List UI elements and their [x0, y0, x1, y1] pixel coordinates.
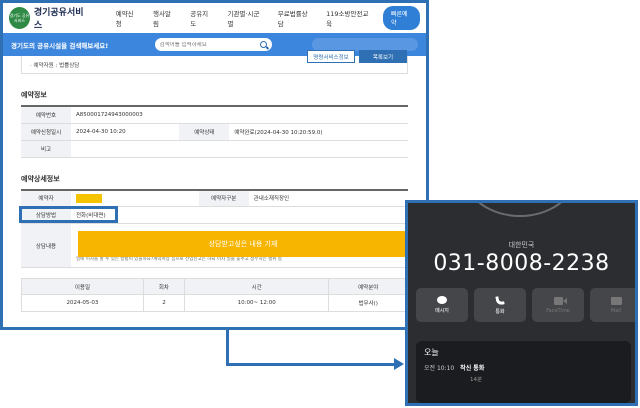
- mail-button[interactable]: Mail: [590, 288, 635, 322]
- top-navigation: 경기도 공유 서비스 경기공유서비스 예약신청 행사알림 공유지도 기관별·시군…: [3, 3, 426, 33]
- table-row: 예약자 박호현님 예약자구분 관내소재직장인: [21, 189, 408, 207]
- call-button[interactable]: 통화: [474, 288, 526, 322]
- consult-content-text: 일에 이사를 할 수 있는 방법이 있을까요?계약서상 집으로 전입신고는 하되…: [76, 257, 283, 262]
- cell-time: 10:00~ 12:00: [183, 294, 330, 312]
- applied-at-label: 예약신청일시: [21, 123, 71, 141]
- table-header-row: 이용일 회차 시간 예약분야: [21, 278, 408, 295]
- reserver-label: 예약자: [21, 189, 71, 207]
- quick-reserve-button[interactable]: 빠른예약: [383, 6, 420, 30]
- facetime-label: FaceTime: [546, 307, 570, 314]
- logo-text: 경기공유서비스: [33, 8, 84, 31]
- main-menu: 예약신청 행사알림 공유지도 기관별·시군별 무료법률상담 119소방안전교육: [116, 8, 371, 28]
- reserver-type-label: 예약자구분: [198, 189, 249, 207]
- menu-item-institutions[interactable]: 기관별·시군별: [227, 8, 262, 28]
- facetime-button[interactable]: FaceTime: [532, 288, 584, 322]
- call-kind: 착신 통화: [460, 365, 485, 372]
- status-value: 예약완료(2024-04-30 10:20:59.0): [229, 123, 408, 141]
- method-highlight-box: [19, 206, 118, 223]
- applied-at-value: 2024-04-30 10:20: [71, 123, 180, 141]
- search-input[interactable]: [159, 41, 260, 48]
- reservation-number-label: 예약번호: [21, 106, 71, 124]
- recent-heading: 오늘: [424, 348, 439, 357]
- menu-item-fire-safety[interactable]: 119소방안전교육: [326, 8, 371, 28]
- reservation-info-table: 예약번호 A850001724943000003 예약신청일시 2024-04-…: [21, 105, 408, 158]
- reservation-number-value: A850001724943000003: [71, 106, 408, 124]
- content-highlight-overlay: 상담받고싶은 내용 기재: [78, 231, 408, 257]
- reserver-type-value: 관내소재직장인: [248, 189, 408, 207]
- phone-call-screenshot: 대한민국 031-8008-2238 메시지 통화 FaceTime Mail …: [405, 200, 638, 406]
- call-label: 통화: [495, 308, 505, 315]
- table-row: 비고: [21, 140, 408, 158]
- col-session: 회차: [142, 278, 186, 295]
- reservation-detail-title: 예약상세정보: [21, 174, 60, 183]
- menu-item-reservation[interactable]: 예약신청: [116, 8, 138, 28]
- reservation-resource: · 예약자원 : 법률상담: [30, 62, 80, 69]
- cell-date: 2024-05-03: [21, 294, 144, 312]
- table-row: 예약신청일시 2024-04-30 10:20 예약상태 예약완료(2024-0…: [21, 123, 408, 141]
- recent-calls: 오늘 오전 10:10 착신 통화 14분: [416, 341, 631, 403]
- method-value: 전화(비대면): [71, 206, 408, 224]
- col-date: 이용일: [21, 278, 144, 295]
- call-duration: 14분: [470, 377, 483, 383]
- facetime-icon: [553, 296, 567, 305]
- list-button[interactable]: 목록보기: [359, 50, 407, 63]
- remark-label: 비고: [21, 140, 71, 158]
- contact-avatar: [464, 203, 576, 217]
- reserver-name-masked: 박호현님: [76, 193, 103, 203]
- mail-icon: [610, 296, 622, 305]
- logo-mark-icon: 경기도 공유 서비스: [9, 7, 30, 29]
- recent-call-item: 오전 10:10 착신 통화: [424, 363, 623, 372]
- col-field: 예약분야: [328, 278, 408, 295]
- schedule-table: 이용일 회차 시간 예약분야 2024-05-03 2 10:00~ 12:00…: [21, 278, 408, 312]
- status-label: 예약상태: [179, 123, 230, 141]
- arrow-right-icon: [394, 358, 404, 370]
- reserver-cell: 박호현님: [71, 189, 199, 207]
- message-button[interactable]: 메시지: [416, 288, 468, 322]
- reservation-web-page: 경기도 공유 서비스 경기공유서비스 예약신청 행사알림 공유지도 기관별·시군…: [0, 0, 429, 330]
- cell-field: 법무사(): [328, 294, 408, 312]
- mail-label: Mail: [610, 307, 622, 314]
- table-row: 예약번호 A850001724943000003: [21, 106, 408, 124]
- connector-line: [226, 330, 229, 366]
- service-info-button[interactable]: 명령서비스정보: [307, 50, 355, 63]
- site-logo[interactable]: 경기도 공유 서비스 경기공유서비스: [9, 5, 89, 31]
- cell-session: 2: [142, 294, 186, 312]
- message-icon: [437, 296, 447, 304]
- search-box[interactable]: [154, 38, 272, 51]
- menu-item-legal[interactable]: 무료법률상담: [278, 8, 311, 28]
- annotated-screenshot: 경기도 공유 서비스 경기공유서비스 예약신청 행사알림 공유지도 기관별·시군…: [0, 0, 640, 408]
- content-label: 상담내용: [21, 223, 71, 268]
- remark-value: [71, 140, 408, 158]
- connector-line-horizontal: [226, 363, 396, 366]
- caller-number: 031-8008-2238: [433, 251, 610, 276]
- menu-item-map[interactable]: 공유지도: [190, 8, 212, 28]
- reservation-resource-row: · 예약자원 : 법률상담 명령서비스정보 목록보기: [21, 50, 408, 74]
- search-icon[interactable]: [259, 41, 267, 48]
- col-time: 시간: [183, 278, 330, 295]
- page-content: · 예약자원 : 법률상담 명령서비스정보 목록보기 예약정보 예약번호 A85…: [3, 50, 426, 312]
- caller-region: 대한민국: [508, 241, 535, 249]
- reservation-info-title: 예약정보: [21, 91, 47, 99]
- search-banner-title: 경기도의 공유시설을 검색해보세요!: [11, 41, 109, 50]
- message-label: 메시지: [435, 308, 449, 314]
- phone-icon: [495, 294, 505, 306]
- menu-item-events[interactable]: 행사알림: [153, 8, 175, 28]
- table-row: 2024-05-03 2 10:00~ 12:00 법무사(): [21, 294, 408, 312]
- call-time: 오전 10:10: [424, 365, 455, 372]
- contact-actions: 메시지 통화 FaceTime Mail: [416, 288, 635, 322]
